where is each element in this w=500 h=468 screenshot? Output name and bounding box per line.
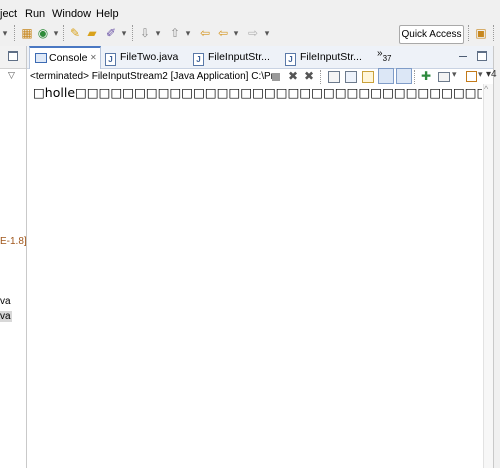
dropdown-arrow-icon[interactable]: ▾ [120,26,128,40]
dropdown-arrow-icon[interactable]: ▾ [154,26,162,40]
menu-window[interactable]: Window [52,8,91,20]
java-file-icon: J [105,53,116,66]
scroll-lock-icon[interactable] [345,71,357,83]
menu-help[interactable]: Help [96,8,119,20]
menu-bar: ject Run Window Help [0,0,500,22]
remove-launch-icon[interactable]: ✖ [288,69,298,83]
dropdown-arrow-icon[interactable]: ▾ [263,26,271,40]
right-trim-strip [493,46,500,468]
jre-library-label[interactable]: E-1.8] [0,236,27,247]
menu-project[interactable]: ject [0,8,17,20]
back-icon[interactable]: ⇦ [216,26,230,40]
toolbar-separator [320,70,321,84]
toolbar-separator [132,25,133,41]
search-icon[interactable]: ✐ [104,26,118,40]
package-explorer-panel [0,46,27,468]
java-file-icon: J [285,53,296,66]
toolbar-separator [63,25,64,41]
console-tab-bar: Console ✕ J FileTwo.java J FileInputStr...… [27,46,493,69]
clear-console-icon[interactable] [328,71,340,83]
scroll-up-arrow-icon[interactable]: ^ [484,84,488,94]
tab-label: Console [49,52,88,64]
tree-item-java-1[interactable]: va [0,296,11,307]
toolbar-separator [468,25,469,41]
toolbar-separator [493,25,494,41]
next-annotation-icon[interactable]: ⇩ [138,26,152,40]
dropdown-arrow-icon[interactable]: ▾ [452,69,457,80]
console-output-area[interactable]: □holle□□□□□□□□□□□□□□□□□□□□□□□□□□□□□□□□□□… [30,84,482,102]
menu-run[interactable]: Run [25,8,45,20]
console-output-text: □holle□□□□□□□□□□□□□□□□□□□□□□□□□□□□□□□□□□… [33,85,482,100]
package-explorer-header [0,46,26,69]
maximize-icon[interactable] [8,51,18,61]
tab-filetwo-java[interactable]: J FileTwo.java [105,46,187,68]
show-console-on-output-toggle[interactable] [378,68,394,84]
tab-label: FileTwo.java [120,51,179,63]
tab-fileinputstream-2[interactable]: J FileInputStr... [285,46,371,68]
tab-label: FileInputStr... [208,51,270,63]
pin-console-icon[interactable]: ✚ [421,69,431,83]
console-icon [35,53,47,63]
open-type-icon[interactable]: ✎ [68,26,82,40]
open-perspective-icon[interactable]: ▣ [474,26,488,40]
dropdown-arrow-icon[interactable]: ▾ [52,26,60,40]
open-folder-icon[interactable]: ▰ [85,26,99,40]
java-file-icon: J [193,53,204,66]
console-process-description: <terminated> FileInputStream2 [Java Appl… [30,71,275,82]
forward-icon[interactable]: ⇨ [246,26,260,40]
main-toolbar: ▾ ▦ ◉ ▾ ✎ ▰ ✐ ▾ ⇩ ▾ ⇧ ▾ ⇦ ⇦ ▾ ⇨ ▾ Quick … [0,22,500,47]
dropdown-arrow-icon[interactable]: ▾ [478,69,483,80]
word-wrap-icon[interactable] [362,71,374,83]
overflow-count: 37 [382,54,392,63]
open-console-icon[interactable] [466,71,477,82]
toolbar-overflow-number: 4 [491,69,497,80]
show-console-on-error-toggle[interactable] [396,68,412,84]
close-icon[interactable]: ✕ [90,48,97,68]
tab-fileinputstream-1[interactable]: J FileInputStr... [193,46,279,68]
remove-all-terminated-icon[interactable]: ✖ [304,69,314,83]
tab-console[interactable]: Console ✕ [29,46,101,69]
vertical-scrollbar[interactable]: ^ [483,84,493,468]
display-selected-console-icon[interactable] [438,72,450,82]
new-class-icon[interactable]: ◉ [36,26,50,40]
quick-access-input[interactable]: Quick Access [399,25,464,44]
toolbar-separator [14,25,15,41]
view-menu-icon[interactable]: ▽ [8,70,15,81]
new-package-icon[interactable]: ▦ [20,26,34,40]
minimize-icon[interactable] [459,56,467,57]
tab-overflow-button[interactable]: »37 [377,48,391,63]
tree-item-java-2-selected[interactable]: va [0,311,12,322]
terminate-icon[interactable] [272,73,280,81]
maximize-icon[interactable] [477,51,487,61]
last-edit-location-icon[interactable]: ⇦ [198,26,212,40]
previous-annotation-icon[interactable]: ⇧ [168,26,182,40]
dropdown-arrow-icon[interactable]: ▾ [184,26,192,40]
toolbar-separator [414,70,415,84]
dropdown-arrow-icon[interactable]: ▾ [232,26,240,40]
dropdown-arrow-icon[interactable]: ▾ [0,26,10,40]
tab-label: FileInputStr... [300,51,362,63]
toolbar-overflow-indicator[interactable]: ▾4 [486,69,497,80]
